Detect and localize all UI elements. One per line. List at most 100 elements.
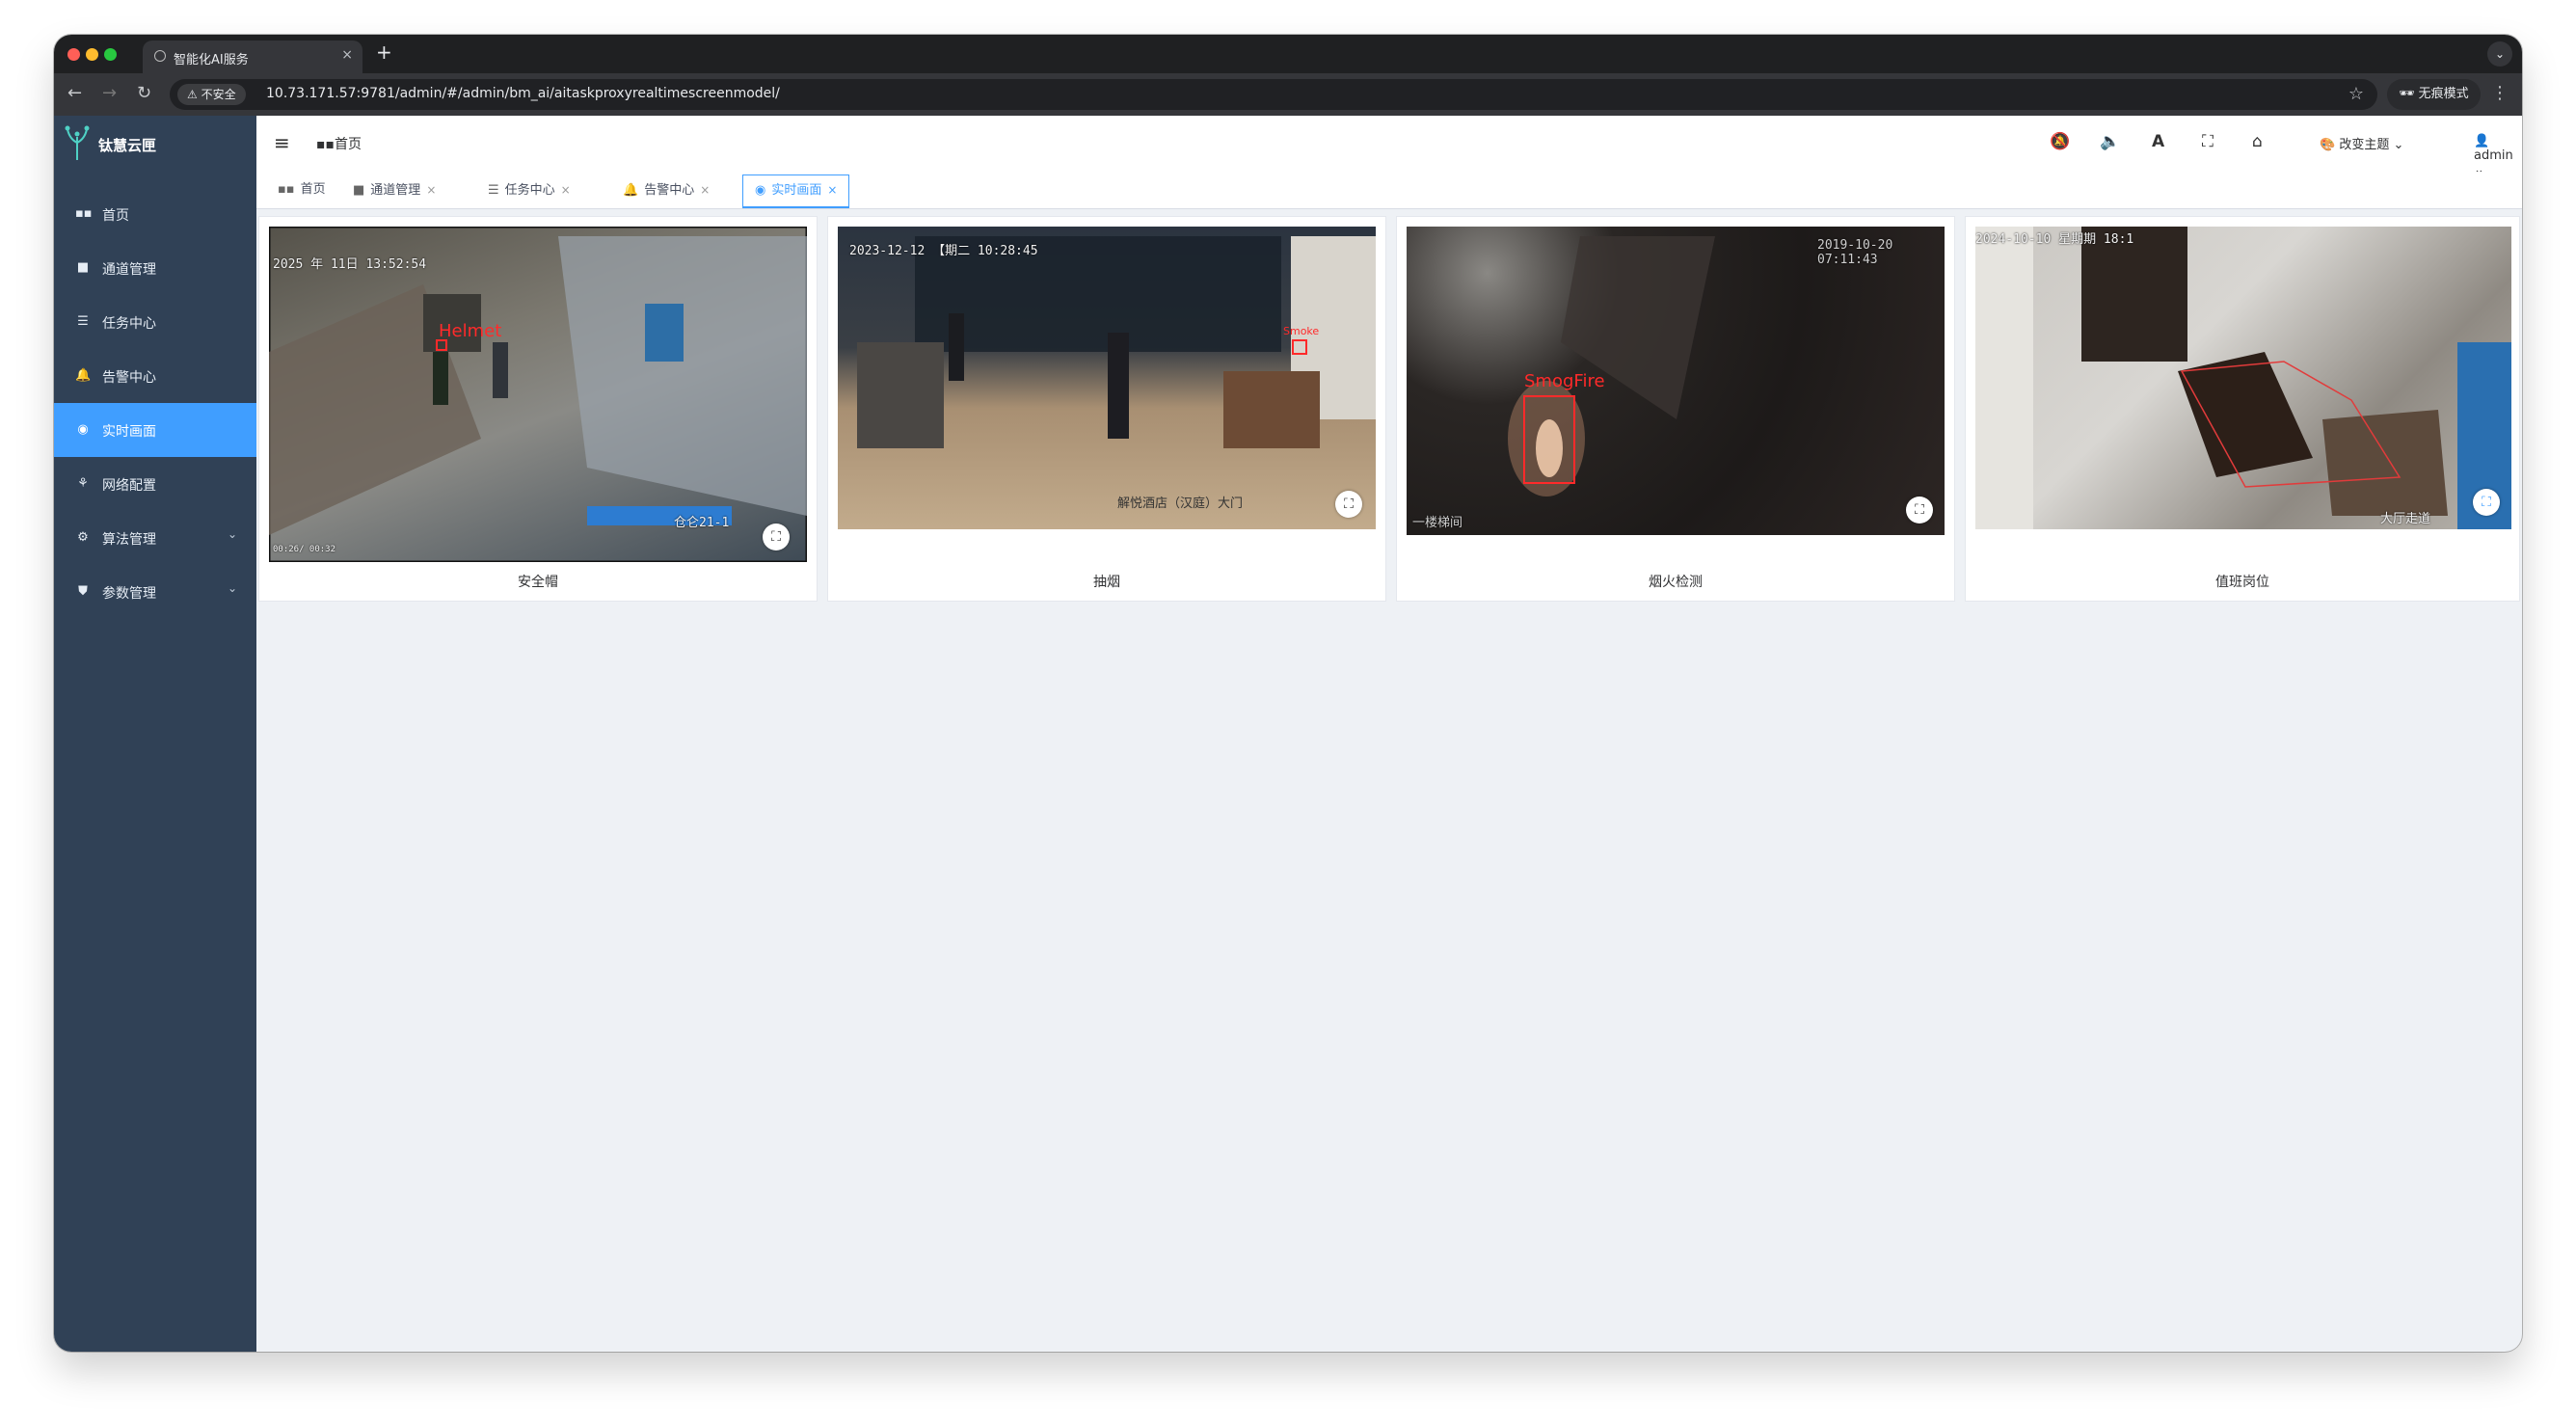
sidebar-item-tasks[interactable]: ☰ 任务中心 (54, 295, 256, 349)
bookmark-star-icon[interactable]: ☆ (2348, 84, 2364, 104)
new-tab-button[interactable]: + (376, 40, 392, 64)
sidebar-item-label: 实时画面 (102, 424, 156, 440)
video-camera-icon: ■ (353, 183, 365, 198)
browser-window: 智能化AI服务 × + ⌄ ← → ↻ ⚠ 不安全 10.73.171.57:9… (54, 35, 2522, 1352)
fullscreen-icon[interactable]: ⛶ (2473, 489, 2500, 516)
camera-timestamp: 2023-12-12 【期二 10:28:45 (849, 244, 1038, 258)
hamburger-menu-icon[interactable]: ≡ (274, 131, 290, 154)
reload-icon[interactable]: ↻ (137, 83, 151, 103)
mute-icon[interactable]: 🔈 (2100, 132, 2120, 151)
camera-label: 值班岗位 (2215, 575, 2269, 590)
tag-tasks[interactable]: ☰ 任务中心 × (488, 175, 571, 205)
detection-label: SmogFire (1524, 371, 1605, 391)
maximize-window-button[interactable] (104, 48, 117, 61)
camera-feed[interactable]: 2023-12-12 【期二 10:28:45 Smoke 解悦酒店（汉庭）大门… (838, 227, 1376, 529)
camera-card: 2024-10-10 星期期 18:1 大厅走道 ⛶ 值班岗位 (1965, 216, 2520, 602)
tags-view: ▪▪ 首页 ■ 通道管理 × ☰ 任务中心 × 🔔 告警中心 × ◉ 实时画面 × (256, 172, 2522, 209)
player-time: 00:26/ 00:32 (273, 545, 336, 554)
dashboard-icon: ▪▪ (75, 206, 93, 221)
camera-label: 抽烟 (1093, 575, 1120, 590)
browser-tab[interactable]: 智能化AI服务 × (143, 40, 362, 73)
incognito-label: 无痕模式 (2418, 87, 2469, 101)
algorithm-icon: ⚙ (77, 530, 89, 545)
breadcrumb[interactable]: ▪▪首页 (316, 134, 362, 153)
sidebar-item-label: 告警中心 (102, 370, 156, 386)
sidebar-item-parameters[interactable]: ⛊ 参数管理 ⌄ (54, 565, 256, 619)
close-tag-icon[interactable]: × (827, 183, 837, 197)
camera-timestamp: 2024-10-10 星期期 18:1 (1975, 232, 2134, 247)
camera-location: 解悦酒店（汉庭）大门 (1117, 497, 1244, 511)
close-tab-icon[interactable]: × (341, 47, 353, 63)
user-label: admin (2474, 148, 2513, 163)
browser-tab-bar: 智能化AI服务 × + ⌄ (54, 35, 2522, 73)
tag-label: 首页 (300, 182, 326, 197)
sidebar-item-channels[interactable]: ■ 通道管理 (54, 241, 256, 295)
camera-feed[interactable]: 2019-10-20 07:11:43 SmogFire 一楼梯间 ⛶ (1407, 227, 1945, 535)
camera-location: 一楼梯间 (1412, 516, 1463, 530)
lobby-scene-image (857, 236, 1376, 448)
network-icon: ⚘ (77, 476, 89, 491)
sidebar-item-label: 网络配置 (102, 478, 156, 494)
tag-label: 通道管理 (370, 183, 421, 198)
tag-label: 任务中心 (504, 183, 555, 198)
camera-label: 安全帽 (518, 575, 558, 590)
tab-search-icon[interactable]: ⌄ (2487, 41, 2512, 67)
camera-timestamp: 2025 年 11日 13:52:54 (273, 257, 427, 272)
breadcrumb-label: 首页 (334, 137, 362, 152)
browser-tab-title: 智能化AI服务 (174, 53, 249, 67)
app-header: ≡ ▪▪首页 🔕 🔈 A ⛶ ⌂ 🎨 改变主题 ⌄ 👤admin ⌄ (256, 116, 2522, 177)
sidebar: 钛慧云匣 ▪▪ 首页 ■ 通道管理 ☰ 任务中心 🔔 告警中心 ◉ 实时画面 ⚘… (54, 116, 256, 1352)
chevron-down-icon: ⌄ (2393, 138, 2404, 152)
close-tag-icon[interactable]: × (700, 183, 710, 197)
sidebar-item-label: 算法管理 (102, 532, 156, 548)
fullscreen-icon[interactable]: ⛶ (1906, 497, 1933, 524)
sidebar-item-alarms[interactable]: 🔔 告警中心 (54, 349, 256, 403)
tag-home[interactable]: ▪▪ 首页 (278, 175, 326, 205)
tag-channels[interactable]: ■ 通道管理 × (353, 175, 436, 205)
close-window-button[interactable] (67, 48, 80, 61)
tag-alarms[interactable]: 🔔 告警中心 × (623, 175, 710, 205)
incognito-indicator[interactable]: 🕶 无痕模式 (2387, 79, 2481, 110)
server-icon: ☰ (77, 314, 89, 329)
omnibox[interactable]: ⚠ 不安全 10.73.171.57:9781/admin/#/admin/bm… (170, 79, 2377, 110)
globe-icon (154, 50, 166, 62)
home-icon[interactable]: ⌂ (2252, 132, 2263, 151)
palette-icon: 🎨 (2320, 138, 2340, 152)
tag-realtime[interactable]: ◉ 实时画面 × (742, 175, 850, 208)
camera-feed[interactable]: 2024-10-10 星期期 18:1 大厅走道 ⛶ (1975, 227, 2511, 529)
app-name: 钛慧云匣 (98, 137, 157, 154)
sidebar-item-realtime[interactable]: ◉ 实时画面 (54, 403, 256, 457)
font-size-icon[interactable]: A (2152, 132, 2164, 151)
forward-icon[interactable]: → (102, 83, 117, 103)
close-tag-icon[interactable]: × (426, 183, 436, 197)
camera-label: 烟火检测 (1649, 575, 1703, 590)
fullscreen-icon[interactable]: ⛶ (1335, 491, 1362, 518)
sidebar-item-algorithms[interactable]: ⚙ 算法管理 ⌄ (54, 511, 256, 565)
chevron-down-icon: ⌄ (227, 527, 237, 541)
eye-icon: ◉ (755, 183, 766, 198)
sidebar-item-network[interactable]: ⚘ 网络配置 (54, 457, 256, 511)
close-tag-icon[interactable]: × (561, 183, 571, 197)
sidebar-item-label: 通道管理 (102, 262, 156, 278)
theme-label: 改变主题 (2339, 138, 2390, 152)
logo-icon (65, 125, 90, 160)
browser-menu-icon[interactable]: ⋮ (2491, 83, 2509, 103)
tag-label: 告警中心 (644, 183, 695, 198)
user-icon: 👤 (2474, 134, 2490, 148)
camera-feed[interactable]: 2025 年 11日 13:52:54 Helmet 仓仑21-1 00:26/… (269, 227, 807, 562)
fullscreen-icon[interactable]: ⛶ (763, 524, 790, 550)
fullscreen-icon[interactable]: ⛶ (2202, 132, 2214, 151)
sidebar-item-label: 首页 (102, 208, 129, 224)
security-indicator[interactable]: ⚠ 不安全 (177, 84, 246, 105)
bell-icon: 🔔 (623, 183, 639, 198)
app-logo[interactable]: 钛慧云匣 (54, 116, 256, 172)
notification-off-icon[interactable]: 🔕 (2050, 132, 2070, 151)
url-text[interactable]: 10.73.171.57:9781/admin/#/admin/bm_ai/ai… (266, 86, 780, 101)
tag-label: 实时画面 (771, 183, 822, 198)
stairwell-scene-image (1508, 236, 1715, 497)
minimize-window-button[interactable] (86, 48, 98, 61)
detection-label: Helmet (439, 321, 502, 341)
theme-switcher[interactable]: 🎨 改变主题 ⌄ (2320, 134, 2403, 152)
back-icon[interactable]: ← (67, 83, 82, 103)
sidebar-item-home[interactable]: ▪▪ 首页 (54, 187, 256, 241)
